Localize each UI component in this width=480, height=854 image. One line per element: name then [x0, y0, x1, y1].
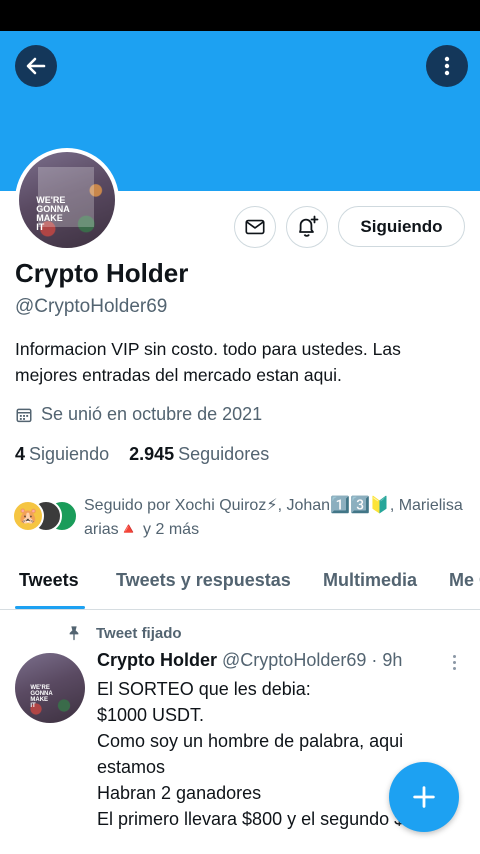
tweet-time: · 9h: [371, 650, 403, 670]
followers-label: Seguidores: [178, 444, 270, 464]
tweet-author-handle: @CryptoHolder69: [222, 650, 367, 670]
tweet-header: Crypto Holder @CryptoHolder69 · 9h: [97, 650, 402, 671]
calendar-icon: [16, 408, 32, 422]
tab-media[interactable]: Multimedia: [323, 570, 417, 591]
tab-likes[interactable]: Me Gusta: [449, 570, 480, 591]
follow-counts: 4 Siguiendo 2.945 Seguidores: [15, 444, 269, 465]
following-label: Siguiendo: [29, 444, 110, 464]
status-bar: [0, 0, 480, 31]
following-button[interactable]: Siguiendo: [338, 206, 465, 247]
avatar-image: WE'RE GONNA MAKE IT: [19, 152, 115, 248]
avatar-text: WE'RE GONNA MAKE IT: [30, 685, 53, 710]
message-button[interactable]: [234, 206, 276, 248]
profile-bio: Informacion VIP sin costo. todo para ust…: [15, 339, 401, 385]
notifications-button[interactable]: [286, 206, 328, 248]
followers-count-link[interactable]: 2.945 Seguidores: [129, 444, 269, 465]
more-vertical-icon: [452, 654, 456, 658]
following-count-link[interactable]: 4 Siguiendo: [15, 444, 109, 465]
plus-icon: [413, 786, 435, 808]
pinned-label: Tweet fijado: [66, 624, 182, 642]
profile-name: Crypto Holder: [15, 258, 189, 288]
back-button[interactable]: [15, 45, 57, 87]
profile-handle: @CryptoHolder69: [15, 296, 168, 317]
pinned-label-text: Tweet fijado: [96, 624, 182, 642]
profile-tabs: Tweets Tweets y respuestas Multimedia Me…: [0, 560, 480, 610]
tweet-line: $1000 USDT.: [97, 705, 205, 725]
compose-tweet-button[interactable]: [389, 762, 459, 832]
active-tab-indicator: [15, 606, 85, 609]
joined-text: Se unió en octubre de 2021: [41, 404, 263, 424]
followed-by-avatars[interactable]: 🐹: [12, 500, 78, 534]
arrow-left-icon: [26, 57, 46, 75]
followed-by-text[interactable]: Seguido por Xochi Quiroz⚡, Johan1️⃣3️⃣🔰,…: [84, 494, 474, 542]
mail-icon: [245, 219, 265, 235]
tweet-line: El SORTEO que les debia:: [97, 679, 311, 699]
bell-plus-icon: [299, 215, 319, 237]
tweet-author-avatar[interactable]: WE'RE GONNA MAKE IT: [15, 653, 85, 723]
tweet-author-name[interactable]: Crypto Holder: [97, 650, 217, 670]
tweet-line: Como soy un hombre de palabra, aqui: [97, 731, 404, 751]
avatar-text: WE'RE GONNA MAKE IT: [36, 195, 70, 233]
joined-date: Se unió en octubre de 2021: [15, 404, 262, 425]
following-count: 4: [15, 444, 26, 464]
avatar: 🐹: [12, 500, 44, 532]
tab-tweets[interactable]: Tweets: [19, 570, 79, 591]
followers-count: 2.945: [129, 444, 175, 464]
tab-tweets-replies[interactable]: Tweets y respuestas: [116, 570, 291, 591]
pin-icon: [69, 626, 79, 641]
tweet-more-button[interactable]: [444, 650, 464, 674]
more-options-button[interactable]: [426, 45, 468, 87]
profile-avatar[interactable]: WE'RE GONNA MAKE IT: [15, 148, 119, 252]
more-vertical-icon: [444, 56, 450, 76]
